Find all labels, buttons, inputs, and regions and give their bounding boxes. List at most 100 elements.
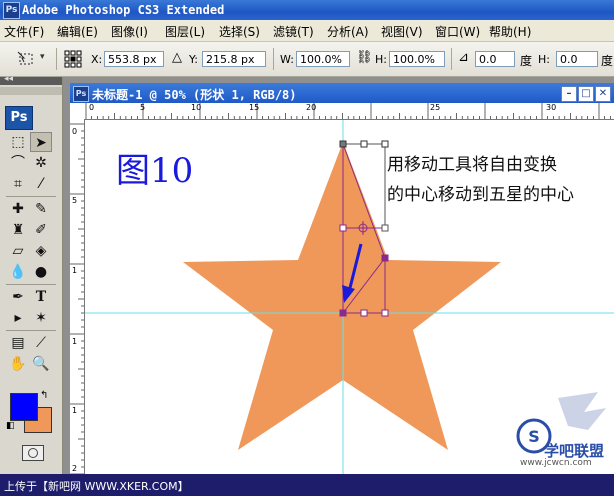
status-bar: 上传于【新吧网 WWW.XKER.COM】	[0, 474, 614, 496]
options-bar: ▾ X: 553.8 px △ Y: 215.8 px W: 100.0% ⛓ …	[0, 42, 614, 77]
annotation-line: 的中心移动到五星的中心	[387, 185, 574, 205]
divider	[273, 48, 274, 70]
menu-edit[interactable]: 编辑(E)	[57, 23, 98, 40]
ruler-h-label: 10	[191, 103, 202, 112]
menu-layer[interactable]: 图层(L)	[165, 23, 205, 40]
menu-help[interactable]: 帮助(H)	[489, 23, 531, 40]
y-position-field[interactable]: 215.8 px	[202, 51, 266, 67]
ruler-origin[interactable]	[70, 103, 85, 120]
divider	[451, 48, 452, 70]
path-selection-tool-icon[interactable]: ▸	[7, 308, 29, 328]
divider	[56, 48, 57, 70]
healing-brush-tool-icon[interactable]: ✚	[7, 199, 29, 219]
hand-tool-icon[interactable]: ✋	[7, 354, 29, 374]
ruler-v-label: 1	[72, 406, 78, 415]
eyedropper-tool-icon[interactable]: ⟋	[30, 333, 52, 353]
ruler-h-label: 15	[249, 103, 260, 112]
lasso-tool-icon[interactable]: ⌒	[7, 153, 29, 173]
vertical-ruler-ticks	[70, 123, 84, 475]
vertical-ruler[interactable]: 0 5 1 1 1 2	[70, 119, 85, 479]
blur-tool-icon[interactable]: 💧	[7, 262, 29, 282]
menu-view[interactable]: 视图(V)	[381, 23, 423, 40]
rotate-angle-icon: ⊿	[458, 50, 469, 65]
reference-point-icon[interactable]	[64, 50, 82, 68]
menu-bar: 文件(F) 编辑(E) 图像(I) 图层(L) 选择(S) 滤镜(T) 分析(A…	[0, 20, 614, 42]
figure-label: 图10	[116, 151, 194, 191]
rotation-unit: 度	[520, 54, 533, 68]
ruler-h-label: 30	[546, 103, 557, 112]
watermark-logo: S 学吧联盟 www.jcwcn.com	[498, 390, 614, 474]
divider	[6, 330, 56, 331]
magic-wand-tool-icon[interactable]: ✲	[30, 153, 52, 173]
crop-tool-icon[interactable]: ⌗	[7, 174, 29, 194]
menu-select[interactable]: 选择(S)	[219, 23, 260, 40]
document-icon: Ps	[73, 86, 89, 102]
notes-tool-icon[interactable]: ▤	[7, 333, 29, 353]
maximize-button[interactable]: □	[578, 86, 594, 102]
h-skew-field[interactable]: 0.0	[556, 51, 598, 67]
ruler-v-label: 0	[72, 127, 78, 136]
tool-preset-picker[interactable]	[16, 49, 38, 69]
delta-icon[interactable]: △	[172, 50, 182, 65]
chevron-down-icon[interactable]: ▾	[40, 52, 45, 62]
ruler-h-label: 5	[140, 103, 146, 112]
photoshop-logo: Ps	[5, 106, 33, 130]
h-skew-label: H:	[538, 53, 550, 66]
pen-tool-icon[interactable]: ✒	[7, 287, 29, 307]
x-label: X:	[91, 53, 103, 66]
ruler-v-label: 2	[72, 464, 78, 473]
x-position-field[interactable]: 553.8 px	[104, 51, 164, 67]
horizontal-ruler-ticks	[85, 103, 611, 119]
photoshop-app-icon: Ps	[3, 2, 20, 19]
minimize-button[interactable]: –	[561, 86, 577, 102]
zoom-tool-icon[interactable]: 🔍	[30, 354, 52, 374]
document-title: 未标题-1 @ 50% (形状 1, RGB/8)	[92, 88, 297, 102]
ruler-v-label: 1	[72, 266, 78, 275]
ruler-h-label: 20	[306, 103, 317, 112]
divider	[6, 196, 56, 197]
menu-image[interactable]: 图像(I)	[111, 23, 148, 40]
app-titlebar: Ps Adobe Photoshop CS3 Extended	[0, 0, 614, 20]
menu-analysis[interactable]: 分析(A)	[327, 23, 369, 40]
annotation-text: 用移动工具将自由变换 的中心移动到五星的中心	[387, 150, 613, 210]
marquee-tool-icon[interactable]: ⬚	[7, 132, 29, 152]
divider	[6, 284, 56, 285]
default-colors-icon[interactable]: ◧	[6, 421, 15, 431]
brush-tool-icon[interactable]: ✎	[30, 199, 52, 219]
collapse-arrows-icon[interactable]: ◂◂	[4, 74, 13, 84]
height-field[interactable]: 100.0%	[389, 51, 445, 67]
rotation-field[interactable]: 0.0	[475, 51, 515, 67]
swap-colors-icon[interactable]: ↰	[40, 390, 48, 401]
app-title: Adobe Photoshop CS3 Extended	[22, 3, 225, 17]
w-label: W:	[280, 53, 294, 66]
custom-shape-tool-icon[interactable]: ✶	[30, 308, 52, 328]
status-text: 上传于【新吧网 WWW.XKER.COM】	[4, 480, 189, 493]
panel-grip[interactable]: ◂◂	[0, 74, 62, 85]
paint-bucket-tool-icon[interactable]: ◈	[30, 241, 52, 261]
ruler-v-label: 5	[72, 196, 78, 205]
foreground-color-swatch-top[interactable]	[10, 393, 38, 421]
history-brush-tool-icon[interactable]: ✐	[30, 220, 52, 240]
h-label: H:	[375, 53, 387, 66]
eyedropper-slice-tool-icon[interactable]: ⁄	[30, 174, 52, 194]
menu-file[interactable]: 文件(F)	[4, 23, 44, 40]
dodge-tool-icon[interactable]: ●	[30, 262, 52, 282]
quick-mask-icon[interactable]	[22, 445, 44, 461]
watermark-subtext: www.jcwcn.com	[520, 458, 592, 468]
link-icon[interactable]: ⛓	[356, 50, 373, 65]
clone-stamp-tool-icon[interactable]: ♜	[7, 220, 29, 240]
type-tool-icon[interactable]: T	[30, 287, 52, 307]
h-skew-unit: 度	[601, 54, 614, 68]
move-tool-icon[interactable]: ➤	[30, 132, 52, 152]
close-button[interactable]: ✕	[595, 86, 611, 102]
document-titlebar[interactable]: Ps 未标题-1 @ 50% (形状 1, RGB/8) – □ ✕	[70, 83, 614, 103]
ruler-v-label: 1	[72, 337, 78, 346]
eraser-tool-icon[interactable]: ▱	[7, 241, 29, 261]
panel-handle[interactable]	[0, 87, 62, 95]
toolbox-panel: ◂◂ Ps ⬚ ➤ ⌒ ✲ ⌗ ⁄ ✚ ✎ ♜ ✐ ▱ ◈ 💧 ● ✒ T ▸ …	[0, 74, 63, 474]
width-field[interactable]: 100.0%	[296, 51, 350, 67]
svg-text:S: S	[528, 427, 540, 446]
horizontal-ruler[interactable]: 0 5 10 15 20 25 30	[84, 103, 614, 120]
menu-filter[interactable]: 滤镜(T)	[273, 23, 314, 40]
menu-window[interactable]: 窗口(W)	[435, 23, 480, 40]
